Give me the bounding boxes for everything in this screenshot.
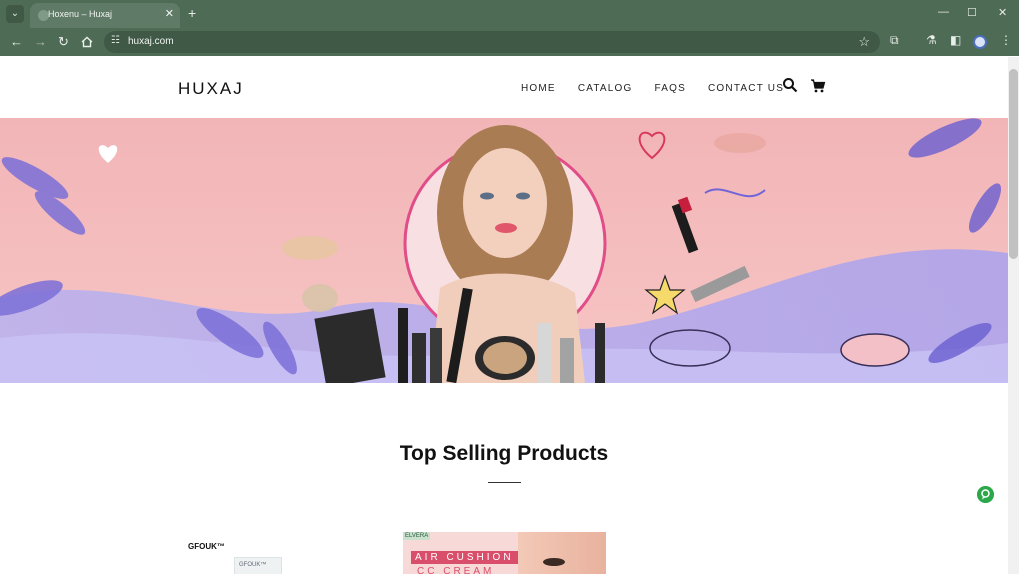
address-bar[interactable]: ☷ huxaj.com ☆ [104,31,880,53]
product-subheadline: CC CREAM [417,566,495,574]
browser-tab[interactable]: Hoxenu – Huxaj ✕ [30,3,180,28]
model-lips [495,223,517,233]
site-navigation: HOME CATALOG FAQS CONTACT US [521,83,784,94]
minimize-button[interactable]: — [938,6,949,18]
product-box-label: GFOUK™ [239,562,267,568]
site-logo[interactable]: HUXAJ [178,79,244,99]
search-icon[interactable] [782,77,798,93]
side-panel-icon[interactable]: ◧ [950,33,961,47]
extensions-icon[interactable]: ⧉ [890,33,899,48]
product-headline: AIR CUSHION [411,551,518,564]
page-scrollbar[interactable] [1008,57,1019,574]
cart-icon[interactable] [810,78,826,94]
tab-search-menu-icon[interactable]: ⌄ [6,5,24,23]
product-brand: GFOUK™ [188,542,225,551]
profile-avatar[interactable] [973,35,987,49]
browser-tab-strip: ⌄ Hoxenu – Huxaj ✕ + — ☐ ✕ [0,0,1019,28]
more-menu-icon[interactable]: ⋮ [1000,33,1012,47]
product-card[interactable]: ELVERA AIR CUSHION CC CREAM [403,532,606,574]
scrollbar-thumb[interactable] [1009,69,1018,259]
nav-contact-us[interactable]: CONTACT US [708,83,784,94]
swatch-cream [282,236,338,260]
home-icon[interactable] [81,36,93,48]
nav-home[interactable]: HOME [521,83,556,94]
forward-icon[interactable]: → [34,34,47,49]
back-icon[interactable]: ← [10,34,23,49]
tab-close-icon[interactable]: ✕ [165,7,174,20]
hero-banner [0,118,1008,383]
close-window-button[interactable]: ✕ [998,6,1007,19]
product-image [518,532,606,574]
reload-icon[interactable]: ↻ [58,34,69,50]
section-title: Top Selling Products [399,442,609,465]
tab-title: Hoxenu – Huxaj [48,9,113,19]
model-face [463,148,547,258]
chat-widget-icon[interactable] [977,486,994,503]
new-tab-button[interactable]: + [188,5,196,21]
maximize-button[interactable]: ☐ [967,6,977,19]
site-info-icon[interactable]: ☷ [111,35,120,46]
product-image: GFOUK™ [234,557,282,574]
browser-toolbar: ← → ↻ ☷ huxaj.com ☆ ⧉ ⚗ ◧ ⋮ [0,28,1019,56]
product-card[interactable]: GFOUK™ GFOUK™ [180,532,383,574]
fish-doodle-pink [840,333,910,367]
swatch-blush [714,133,766,153]
labs-icon[interactable]: ⚗ [926,33,937,47]
nav-faqs[interactable]: FAQS [655,83,686,94]
swatch-powder [302,284,338,312]
product-brand: ELVERA [403,532,431,540]
page-viewport: HUXAJ HOME CATALOG FAQS CONTACT US Top S… [0,57,1008,574]
bookmark-star-icon[interactable]: ☆ [858,34,870,50]
title-divider [488,482,521,483]
model-eye-left [480,192,494,200]
model-eye-right [516,192,530,200]
url-text: huxaj.com [128,36,174,47]
product-image-eye [543,558,565,566]
nav-catalog[interactable]: CATALOG [578,83,633,94]
